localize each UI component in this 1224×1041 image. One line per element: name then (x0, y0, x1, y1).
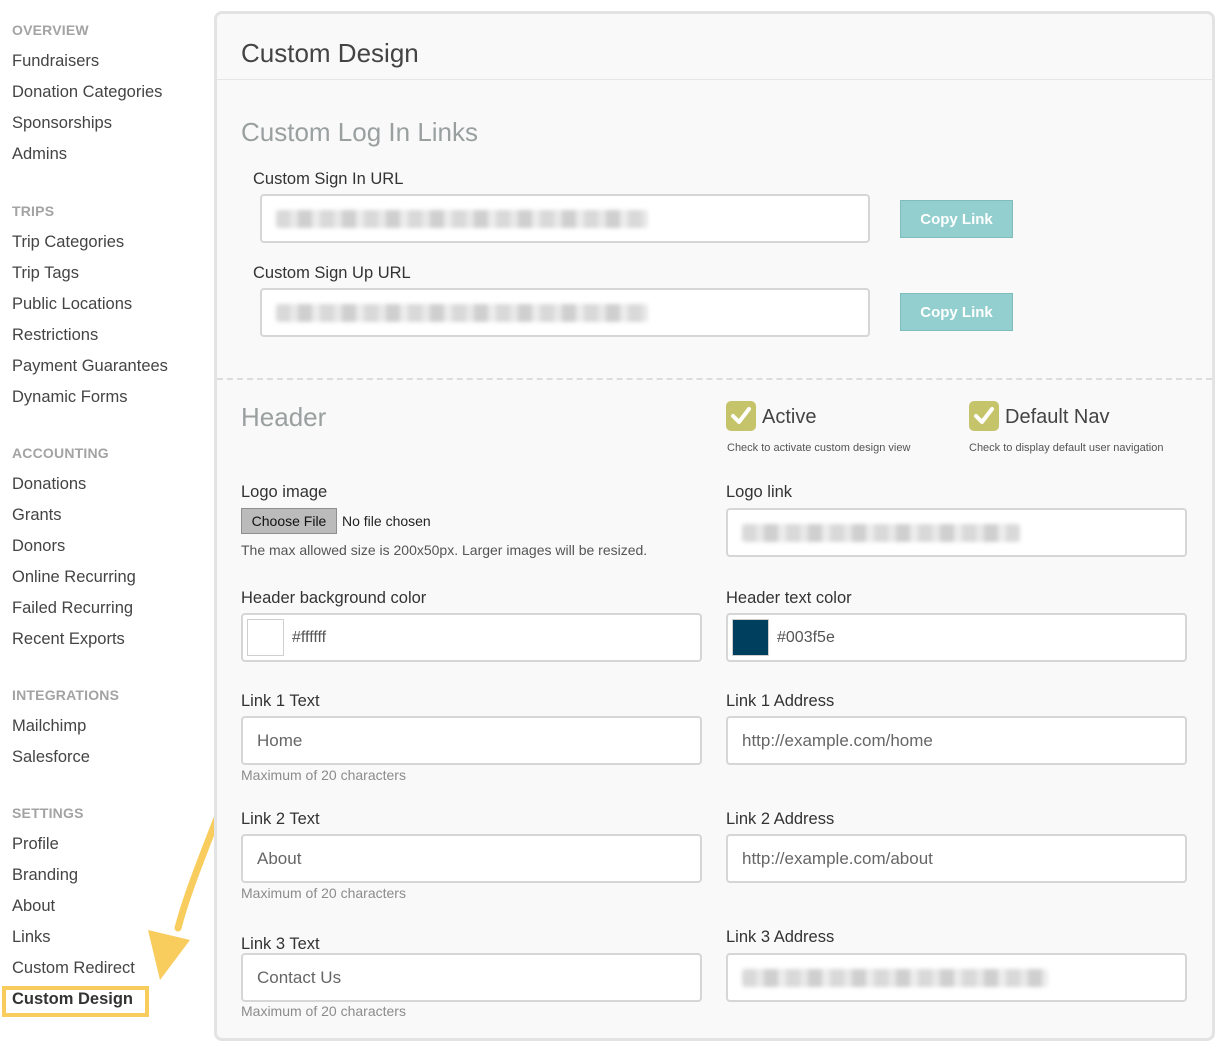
sidebar-item-recent-exports[interactable]: Recent Exports (12, 630, 125, 649)
default-nav-checkbox[interactable] (969, 401, 999, 431)
sign-in-url-field[interactable] (260, 194, 870, 243)
sidebar-item-mailchimp[interactable]: Mailchimp (12, 717, 86, 736)
redacted-url (742, 523, 1020, 542)
sidebar-item-sponsorships[interactable]: Sponsorships (12, 114, 112, 133)
bg-color-value: #ffffff (292, 628, 327, 646)
link1-address-input[interactable]: http://example.com/home (726, 716, 1187, 765)
no-file-text: No file chosen (342, 513, 431, 529)
section-title-overview: OVERVIEW (12, 22, 89, 38)
link2-address-input[interactable]: http://example.com/about (726, 834, 1187, 883)
sidebar-item-donation-categories[interactable]: Donation Categories (12, 83, 162, 102)
active-hint: Check to activate custom design view (727, 442, 911, 454)
sidebar-item-online-recurring[interactable]: Online Recurring (12, 568, 136, 587)
section-title-trips: TRIPS (12, 203, 55, 219)
sidebar-item-custom-redirect[interactable]: Custom Redirect (12, 959, 135, 978)
sidebar-item-links[interactable]: Links (12, 928, 51, 947)
sidebar-item-donations[interactable]: Donations (12, 475, 86, 494)
sidebar-item-fundraisers[interactable]: Fundraisers (12, 52, 99, 71)
copy-sign-in-link-button[interactable]: Copy Link (900, 200, 1013, 238)
checkmark-icon (731, 407, 751, 424)
link2-text-label: Link 2 Text (241, 810, 320, 828)
sign-up-url-label: Custom Sign Up URL (253, 264, 411, 282)
link3-max-hint: Maximum of 20 characters (241, 1003, 406, 1019)
link1-max-hint: Maximum of 20 characters (241, 767, 406, 783)
link1-text-label: Link 1 Text (241, 692, 320, 710)
header-section-title: Header (241, 402, 327, 432)
active-checkbox[interactable] (726, 401, 756, 431)
link1-address-value: http://example.com/home (742, 730, 933, 750)
section-title-accounting: ACCOUNTING (12, 445, 109, 461)
link2-address-value: http://example.com/about (742, 848, 933, 868)
sign-in-url-label: Custom Sign In URL (253, 170, 404, 188)
section-divider (217, 378, 1212, 380)
redacted-url (276, 303, 648, 322)
sidebar-item-donors[interactable]: Donors (12, 537, 65, 556)
default-nav-hint: Check to display default user navigation (969, 442, 1164, 454)
sidebar-item-grants[interactable]: Grants (12, 506, 62, 525)
link3-address-input[interactable] (726, 953, 1187, 1002)
page-title: Custom Design (241, 38, 419, 68)
sidebar-item-admins[interactable]: Admins (12, 145, 67, 164)
choose-file-button[interactable]: Choose File (241, 508, 337, 534)
link3-text-label: Link 3 Text (241, 935, 320, 953)
sidebar-item-trip-tags[interactable]: Trip Tags (12, 264, 79, 283)
sidebar-item-branding[interactable]: Branding (12, 866, 78, 885)
bg-color-label: Header background color (241, 589, 427, 607)
sidebar-item-salesforce[interactable]: Salesforce (12, 748, 90, 767)
link1-text-value: Home (257, 730, 303, 750)
logo-image-label: Logo image (241, 483, 328, 501)
sidebar-item-custom-design[interactable]: Custom Design (12, 990, 133, 1009)
checkmark-icon (974, 407, 994, 424)
login-links-title: Custom Log In Links (241, 117, 479, 147)
active-label: Active (762, 406, 817, 428)
redacted-url (276, 209, 648, 228)
text-color-value: #003f5e (777, 628, 835, 646)
sidebar-item-profile[interactable]: Profile (12, 835, 59, 854)
copy-sign-up-link-button[interactable]: Copy Link (900, 293, 1013, 331)
text-color-field[interactable]: #003f5e (726, 613, 1187, 662)
sidebar-item-failed-recurring[interactable]: Failed Recurring (12, 599, 133, 618)
link3-text-value: Contact Us (257, 967, 342, 987)
section-title-settings: SETTINGS (12, 805, 84, 821)
link2-max-hint: Maximum of 20 characters (241, 885, 406, 901)
custom-design-panel: Custom Design Custom Log In Links Custom… (214, 11, 1215, 1041)
bg-color-swatch[interactable] (247, 619, 284, 656)
link3-text-input[interactable]: Contact Us (241, 953, 702, 1002)
logo-link-field[interactable] (726, 508, 1187, 557)
link1-address-label: Link 1 Address (726, 692, 835, 710)
redacted-url (742, 968, 1048, 987)
text-color-label: Header text color (726, 589, 852, 607)
text-color-swatch[interactable] (732, 619, 769, 656)
sidebar-item-restrictions[interactable]: Restrictions (12, 326, 98, 345)
bg-color-field[interactable]: #ffffff (241, 613, 702, 662)
link1-text-input[interactable]: Home (241, 716, 702, 765)
link3-address-label: Link 3 Address (726, 928, 835, 946)
sidebar-nav: OVERVIEW Fundraisers Donation Categories… (0, 0, 212, 1028)
sidebar-item-about[interactable]: About (12, 897, 55, 916)
logo-size-hint: The max allowed size is 200x50px. Larger… (241, 542, 648, 558)
sign-up-url-field[interactable] (260, 288, 870, 337)
link2-address-label: Link 2 Address (726, 810, 835, 828)
sidebar-item-public-locations[interactable]: Public Locations (12, 295, 132, 314)
link2-text-value: About (257, 848, 302, 868)
link2-text-input[interactable]: About (241, 834, 702, 883)
default-nav-label: Default Nav (1005, 406, 1110, 428)
sidebar-item-dynamic-forms[interactable]: Dynamic Forms (12, 388, 128, 407)
sidebar-item-trip-categories[interactable]: Trip Categories (12, 233, 124, 252)
sidebar-item-payment-guarantees[interactable]: Payment Guarantees (12, 357, 168, 376)
logo-link-label: Logo link (726, 483, 793, 501)
section-title-integrations: INTEGRATIONS (12, 687, 120, 703)
